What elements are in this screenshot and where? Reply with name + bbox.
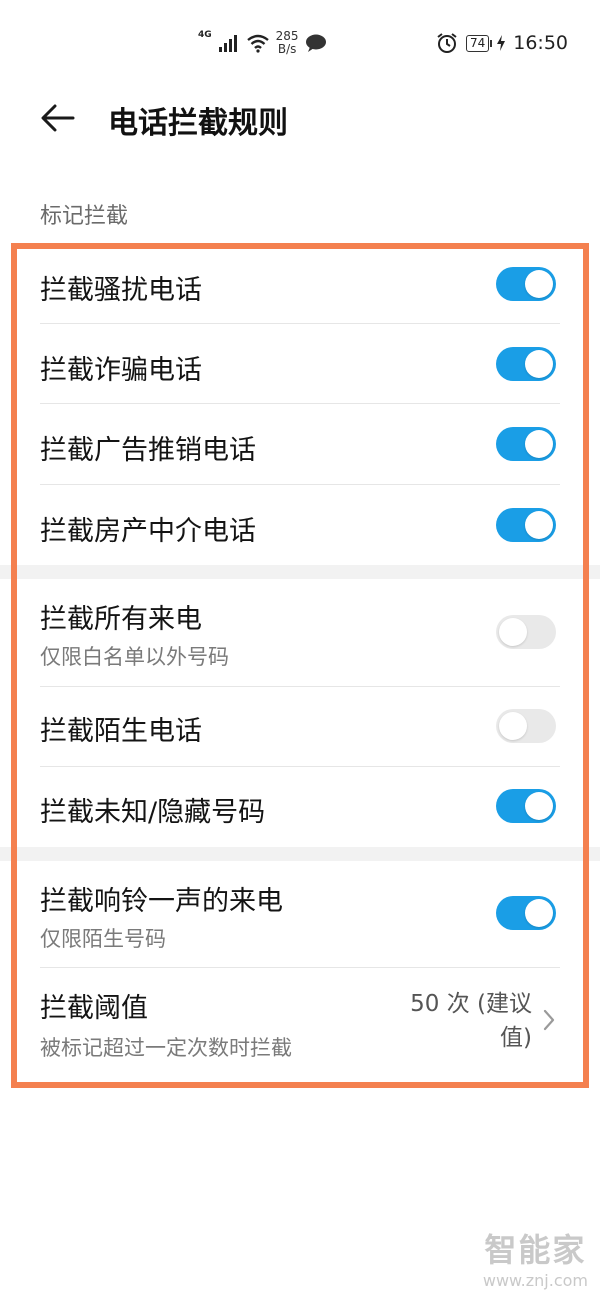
- setting-title: 拦截响铃一声的来电: [40, 886, 283, 917]
- setting-row-harassment[interactable]: 拦截骚扰电话: [40, 248, 560, 324]
- title-bar: 电话拦截规则: [0, 90, 600, 150]
- toggle-knob: [525, 430, 553, 458]
- toggle-knob: [525, 350, 553, 378]
- watermark-url: www.znj.com: [482, 1271, 588, 1290]
- watermark-brand: 智能家: [484, 1231, 587, 1269]
- setting-row-unknown[interactable]: 拦截未知/隐藏号码: [40, 767, 560, 847]
- setting-row-realestate[interactable]: 拦截房产中介电话: [40, 485, 560, 565]
- setting-row-one-ring[interactable]: 拦截响铃一声的来电 仅限陌生号码: [40, 861, 560, 968]
- setting-title: 拦截所有来电: [40, 604, 202, 635]
- group-divider: [0, 847, 600, 861]
- toggle-switch-realestate[interactable]: [496, 508, 556, 542]
- back-arrow-icon[interactable]: [40, 102, 76, 134]
- toggle-knob: [499, 618, 527, 646]
- battery-icon: 74: [465, 34, 493, 52]
- alarm-icon: [437, 33, 457, 53]
- page-title: 电话拦截规则: [108, 106, 288, 141]
- toggle-knob: [525, 899, 553, 927]
- setting-title: 拦截骚扰电话: [40, 275, 202, 306]
- clock: 16:50: [513, 32, 568, 54]
- network-type: 4G: [198, 30, 212, 40]
- threshold-value-line2: 值): [500, 1025, 532, 1051]
- setting-row-fraud[interactable]: 拦截诈骗电话: [40, 324, 560, 404]
- wifi-icon: [246, 34, 269, 53]
- signal-icon: [218, 35, 237, 52]
- toggle-knob: [525, 511, 553, 539]
- threshold-value-line1: 50 次 (建议: [410, 991, 532, 1017]
- message-icon: [305, 34, 326, 52]
- setting-row-all-calls[interactable]: 拦截所有来电 仅限白名单以外号码: [40, 579, 560, 687]
- status-right: 74 16:50: [436, 32, 568, 54]
- setting-title: 拦截诈骗电话: [40, 355, 202, 386]
- threshold-value: 50 次 (建议 值): [410, 987, 532, 1055]
- setting-title: 拦截未知/隐藏号码: [40, 797, 266, 828]
- setting-title: 拦截阈值: [40, 993, 148, 1024]
- toggle-switch-strangers[interactable]: [496, 709, 556, 743]
- setting-subtitle: 仅限陌生号码: [40, 927, 166, 951]
- setting-subtitle: 仅限白名单以外号码: [40, 645, 229, 669]
- setting-title: 拦截广告推销电话: [40, 435, 256, 466]
- group-divider: [0, 565, 600, 579]
- setting-row-ads[interactable]: 拦截广告推销电话: [40, 404, 560, 485]
- setting-title: 拦截陌生电话: [40, 716, 202, 747]
- net-speed: 285 B/s: [276, 30, 299, 56]
- toggle-knob: [525, 270, 553, 298]
- toggle-switch-harassment[interactable]: [496, 267, 556, 301]
- toggle-knob: [499, 712, 527, 740]
- toggle-knob: [525, 792, 553, 820]
- setting-row-strangers[interactable]: 拦截陌生电话: [40, 687, 560, 767]
- status-bar: 4G 285 B/s 74 16:50: [0, 0, 600, 90]
- toggle-switch-fraud[interactable]: [496, 347, 556, 381]
- status-left: 4G 285 B/s: [198, 30, 327, 56]
- setting-row-threshold[interactable]: 拦截阈值 被标记超过一定次数时拦截 50 次 (建议 值): [40, 968, 560, 1068]
- setting-title: 拦截房产中介电话: [40, 516, 256, 547]
- setting-subtitle: 被标记超过一定次数时拦截: [40, 1036, 292, 1060]
- chevron-right-icon: [543, 1009, 555, 1031]
- section-label: 标记拦截: [40, 204, 129, 229]
- watermark: 智能家 www.znj.com: [483, 1225, 588, 1290]
- toggle-switch-all-calls[interactable]: [496, 615, 556, 649]
- toggle-switch-unknown[interactable]: [496, 789, 556, 823]
- net-speed-unit: B/s: [277, 42, 297, 56]
- charging-icon: [497, 35, 506, 51]
- toggle-switch-one-ring[interactable]: [496, 896, 556, 930]
- toggle-switch-ads[interactable]: [496, 427, 556, 461]
